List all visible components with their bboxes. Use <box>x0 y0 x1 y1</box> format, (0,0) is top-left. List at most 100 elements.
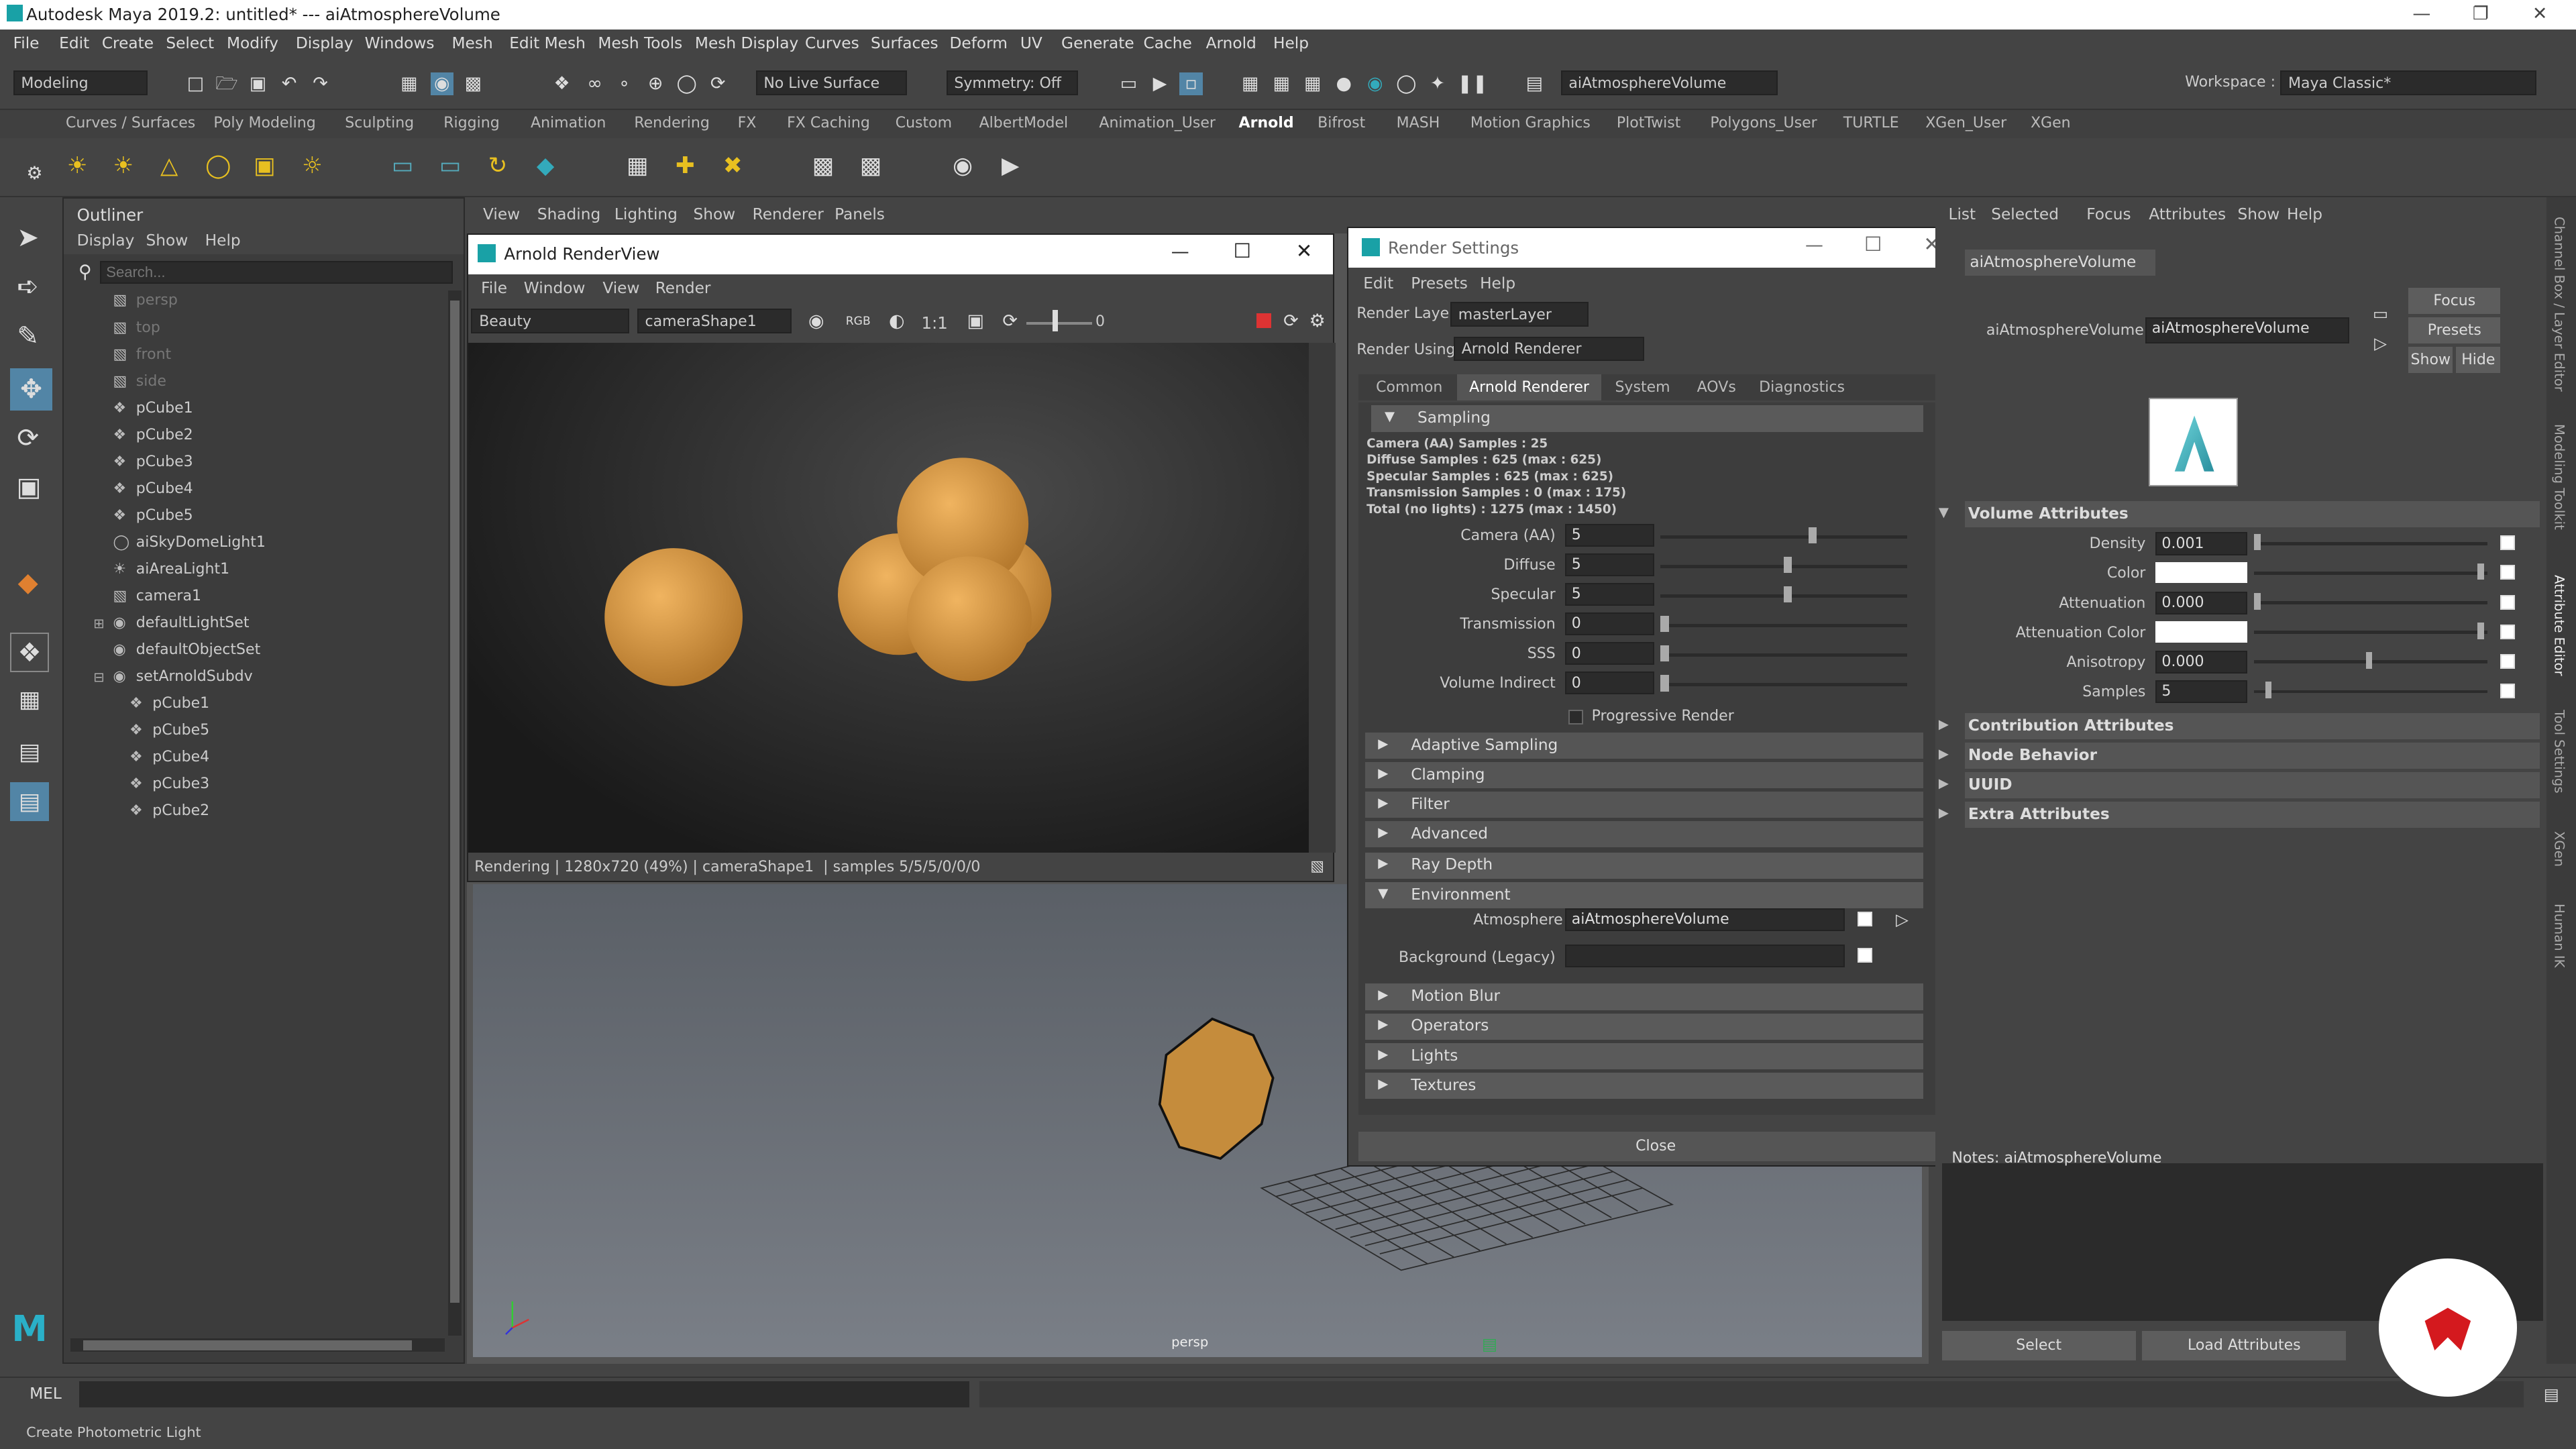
ae-attr-input[interactable]: 0.000 <box>2155 650 2248 674</box>
outliner-menu-help[interactable]: Help <box>205 231 241 250</box>
outliner-item[interactable]: ❖ pCube4 <box>113 480 193 506</box>
standin-icon[interactable]: ▭ <box>391 154 414 177</box>
side-tab-human-ik[interactable]: Human IK <box>2551 904 2567 967</box>
section-ray-depth[interactable]: ▶ Ray Depth <box>1364 852 1924 879</box>
section-contribution-attributes[interactable]: ▶ Contribution Attributes <box>1939 712 2540 740</box>
ae-load-icon[interactable]: ▭ <box>2369 303 2392 325</box>
menu-mesh-display[interactable]: Mesh Display <box>695 34 798 52</box>
shelf-tab-poly-modeling[interactable]: Poly Modeling <box>213 115 315 131</box>
outliner-item[interactable]: ◯ aiSkyDomeLight1 <box>113 534 266 560</box>
mel-input[interactable] <box>78 1381 969 1408</box>
section-adaptive-sampling[interactable]: ▶ Adaptive Sampling <box>1364 732 1924 759</box>
section-lights[interactable]: ▶ Lights <box>1364 1042 1924 1069</box>
ipr-icon[interactable]: ▫ <box>1179 72 1203 96</box>
lasso-tool-icon[interactable]: ➪ <box>16 274 39 300</box>
menu-help[interactable]: Help <box>1273 34 1309 52</box>
field-slider[interactable] <box>1660 535 1907 539</box>
viewport-sphere[interactable] <box>1159 1017 1275 1160</box>
menu-file[interactable]: File <box>13 34 40 52</box>
outliner-item[interactable]: ❖ pCube2 <box>113 427 193 453</box>
outliner-item[interactable]: ▧ side <box>113 373 166 399</box>
section-textures[interactable]: ▶ Textures <box>1364 1072 1924 1099</box>
map-button-icon[interactable] <box>1858 911 1873 926</box>
open-scene-icon[interactable]: 🗁 <box>215 72 238 95</box>
exposure-icon[interactable]: ◉ <box>805 310 828 333</box>
color-swatch[interactable] <box>2155 621 2248 643</box>
outliner-item[interactable]: ❖ pCube5 <box>113 507 193 533</box>
color-swatch[interactable] <box>2155 561 2248 584</box>
menu-create[interactable]: Create <box>102 34 154 52</box>
shelf-tab-arnold[interactable]: Arnold <box>1239 115 1294 131</box>
ae-attr-slider[interactable] <box>2254 601 2487 605</box>
shelf-tab-xgen-user[interactable]: XGen_User <box>1925 115 2006 131</box>
select-object-icon[interactable]: ◉ <box>430 72 453 96</box>
ipr-render-icon[interactable]: ▦ <box>1270 72 1293 95</box>
map-button-icon[interactable] <box>2500 594 2516 610</box>
expand-icon[interactable]: ⊞ <box>93 616 104 631</box>
menu-deform[interactable]: Deform <box>950 34 1008 52</box>
redo-icon[interactable]: ↷ <box>309 72 331 95</box>
ae-menu-help[interactable]: Help <box>2287 205 2322 223</box>
exposure-slider[interactable] <box>1026 321 1093 325</box>
side-tab-attribute-editor[interactable]: Attribute Editor <box>2551 575 2567 676</box>
menu-edit[interactable]: Edit <box>59 34 89 52</box>
shelf-tab-fx-caching[interactable]: FX Caching <box>787 115 870 131</box>
side-tab-channel-box-layer-editor[interactable]: Channel Box / Layer Editor <box>2551 217 2567 392</box>
ae-menu-list[interactable]: List <box>1949 205 1976 223</box>
refresh-render-icon[interactable]: ⟳ <box>1279 310 1302 333</box>
menu-select[interactable]: Select <box>166 34 214 52</box>
menu-arnold[interactable]: Arnold <box>1206 34 1256 52</box>
field-slider-handle[interactable] <box>1660 645 1669 662</box>
render-settings-icon[interactable]: ▦ <box>1301 72 1324 95</box>
hide-button[interactable]: Hide <box>2456 346 2501 373</box>
remove-icon[interactable]: ✖ <box>721 154 744 177</box>
field-input[interactable]: 5 <box>1565 553 1654 577</box>
menu-uv[interactable]: UV <box>1020 34 1042 52</box>
save-scene-icon[interactable]: ▣ <box>246 72 269 95</box>
ae-menu-attributes[interactable]: Attributes <box>2149 205 2226 223</box>
minimize-button[interactable]: — <box>1171 241 1189 262</box>
move-tool-icon[interactable]: ✥ <box>9 368 53 411</box>
show-button[interactable]: Show <box>2408 346 2453 373</box>
outliner-scrollbar-thumb[interactable] <box>449 300 460 1303</box>
construction-history-icon[interactable]: ▭ <box>1117 72 1140 95</box>
map-button-icon[interactable] <box>2500 535 2516 551</box>
outliner-scrollbar[interactable] <box>448 290 462 1336</box>
snap-point-icon[interactable]: ∘ <box>612 72 635 95</box>
field-input[interactable]: 0 <box>1565 672 1654 695</box>
txmanager-icon[interactable]: ▩ <box>812 154 835 177</box>
photometric-light-icon[interactable]: △ <box>158 154 180 177</box>
select-tool-icon[interactable]: ➤ <box>16 225 39 251</box>
shelf-tab-rigging[interactable]: Rigging <box>443 115 499 131</box>
close-button[interactable]: ✕ <box>1296 239 1313 262</box>
section-uuid[interactable]: ▶ UUID <box>1939 772 2540 799</box>
menu-generate[interactable]: Generate <box>1061 34 1134 52</box>
map-button-icon[interactable] <box>1858 947 1873 963</box>
map-button-icon[interactable] <box>2500 683 2516 698</box>
maximize-button[interactable]: ❐ <box>2461 3 2501 26</box>
outliner-item[interactable]: ❖ pCube3 <box>113 453 193 480</box>
live-surface-field[interactable]: No Live Surface <box>755 70 907 96</box>
checker-icon[interactable]: ▦ <box>626 154 649 177</box>
side-tab-xgen[interactable]: XGen <box>2551 831 2567 867</box>
rgb-icon[interactable]: RGB <box>846 310 871 333</box>
render-scrollbar[interactable] <box>1309 343 1336 853</box>
maximize-button[interactable]: ☐ <box>1234 239 1251 262</box>
rotate-tool-icon[interactable]: ⟳ <box>16 425 39 451</box>
scale-tool-icon[interactable]: ▣ <box>16 474 41 500</box>
arnold-ipr-icon[interactable]: ◯ <box>1395 72 1417 95</box>
ae-menu-focus[interactable]: Focus <box>2086 205 2131 223</box>
field-input[interactable]: 5 <box>1565 582 1654 606</box>
refresh-icon[interactable]: ⟳ <box>999 310 1022 333</box>
minimize-button[interactable]: — <box>2402 3 2441 26</box>
rs-menu-help[interactable]: Help <box>1480 274 1515 292</box>
arnold-render-icon[interactable]: ◉ <box>1364 72 1387 95</box>
snap-view-icon[interactable]: ⊕ <box>644 72 667 95</box>
select-hierarchy-icon[interactable]: ▦ <box>398 72 421 95</box>
snap-surface-icon[interactable]: ◯ <box>676 72 698 95</box>
sidebar-toggle-icon[interactable]: ▤ <box>1523 72 1546 95</box>
snap-grid-icon[interactable]: ❖ <box>550 72 573 95</box>
outliner-menu-show[interactable]: Show <box>146 231 188 250</box>
menu-curves[interactable]: Curves <box>805 34 859 52</box>
shelf-tab-albertmodel[interactable]: AlbertModel <box>979 115 1069 131</box>
